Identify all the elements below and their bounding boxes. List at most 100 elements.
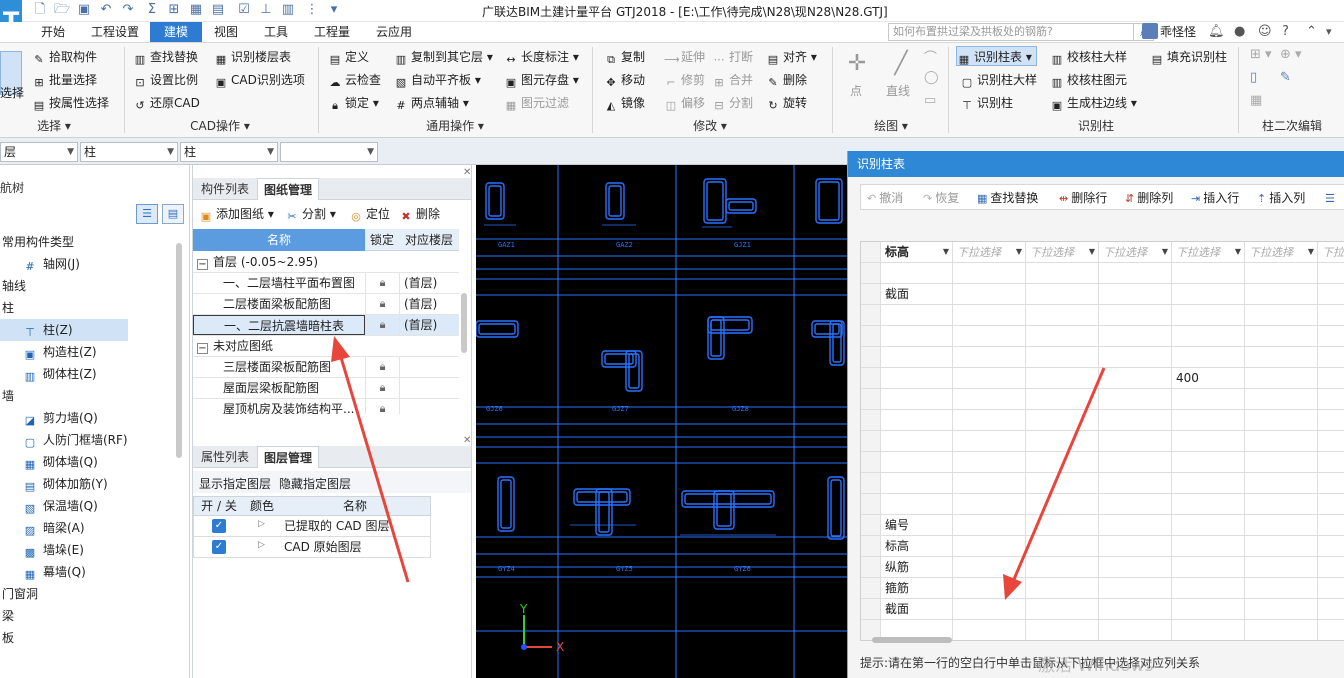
floor-cell[interactable]: [399, 357, 459, 377]
table-cell[interactable]: [1026, 347, 1099, 368]
merge-button[interactable]: ⊞ 合并: [712, 70, 753, 90]
table-cell[interactable]: [1172, 284, 1245, 305]
save-elements-button[interactable]: ▣ 图元存盘 ▾: [504, 70, 579, 90]
table-cell[interactable]: [1026, 515, 1099, 536]
table-cell[interactable]: 编号: [881, 515, 953, 536]
row-header[interactable]: [861, 599, 881, 620]
table-cell[interactable]: [1172, 431, 1245, 452]
help-icon[interactable]: ?: [1282, 22, 1289, 42]
col-onoff[interactable]: 开 / 关: [194, 497, 244, 515]
table-cell[interactable]: [1318, 368, 1344, 389]
table-cell[interactable]: [1172, 620, 1245, 640]
table-cell[interactable]: [1026, 578, 1099, 599]
layer-toggle-checkbox[interactable]: ✓: [212, 519, 226, 533]
lock-button[interactable]: 🔒︎ 锁定 ▾: [328, 93, 379, 113]
list-view-icon[interactable]: ☰: [136, 204, 158, 224]
column-grid-icon[interactable]: ▦: [1250, 93, 1262, 108]
table-cell[interactable]: [1318, 284, 1344, 305]
table-cell[interactable]: [1026, 326, 1099, 347]
table-cell[interactable]: [953, 473, 1026, 494]
nav-item[interactable]: 柱: [0, 297, 175, 319]
row-header[interactable]: [861, 452, 881, 473]
delete-button[interactable]: ✎ 删除: [766, 70, 807, 90]
column-mapping-dropdown[interactable]: 下拉选择 ▼: [953, 242, 1026, 263]
nav-item[interactable]: ▨ 暗梁(A): [0, 517, 175, 539]
col-lock[interactable]: 锁定: [365, 229, 399, 251]
column-mapping-dropdown[interactable]: 下拉选择 ▼: [1099, 242, 1172, 263]
table-cell[interactable]: [1026, 389, 1099, 410]
table-cell[interactable]: [1026, 599, 1099, 620]
close-icon[interactable]: ✕: [463, 435, 471, 446]
table-cell[interactable]: [1318, 263, 1344, 284]
table-cell[interactable]: [1026, 263, 1099, 284]
nav-item[interactable]: 板: [0, 627, 175, 649]
pick-component-button[interactable]: ✎ 拾取构件: [32, 47, 97, 67]
recognize-column-detail-button[interactable]: ▢ 识别柱大样: [960, 70, 1037, 90]
table-cell[interactable]: [1318, 599, 1344, 620]
table-cell[interactable]: [1099, 305, 1172, 326]
dialog-title[interactable]: 识别柱表: [848, 151, 1344, 177]
row-header[interactable]: [861, 326, 881, 347]
table-cell[interactable]: [1026, 452, 1099, 473]
drawing-row[interactable]: 一、二层墙柱平面布置图 🔒︎ (首层): [193, 273, 459, 294]
delete-row-button[interactable]: ⇹ 删除行: [1059, 189, 1107, 207]
table-cell[interactable]: [1026, 431, 1099, 452]
nav-item[interactable]: 门窗洞: [0, 583, 175, 605]
table-cell[interactable]: [953, 410, 1026, 431]
table-cell[interactable]: [1245, 263, 1318, 284]
drawing-row[interactable]: 三层楼面梁板配筋图 🔒︎: [193, 357, 459, 378]
table-cell[interactable]: [953, 305, 1026, 326]
drawing-group-row[interactable]: − 首层 (-0.05~2.95): [193, 252, 459, 273]
table-cell[interactable]: [881, 494, 953, 515]
table-cell[interactable]: [1172, 494, 1245, 515]
align-button[interactable]: ▤ 对齐 ▾: [766, 47, 817, 67]
table-cell[interactable]: [1318, 389, 1344, 410]
check-column-element-button[interactable]: ▥ 校核柱图元: [1050, 70, 1127, 90]
column-tool-icon[interactable]: ⊕ ▾: [1280, 47, 1302, 62]
table-cell[interactable]: [1099, 599, 1172, 620]
cloud-check-button[interactable]: ☁ 云检查: [328, 70, 382, 90]
column-table-grid[interactable]: 标高 ▼ 下拉选择 ▼ 下拉选择 ▼ 下拉选择 ▼ 下拉选择 ▼ 下拉选择 ▼ 下拉选择 ▼ 截面 400 编号…: [860, 241, 1344, 641]
table-cell[interactable]: [1099, 263, 1172, 284]
nav-item[interactable]: ▥ 砌体柱(Z): [0, 363, 175, 385]
drawing-name-cell[interactable]: − 首层 (-0.05~2.95): [193, 252, 365, 272]
line-icon[interactable]: ╱: [886, 49, 916, 79]
table-cell[interactable]: [1318, 557, 1344, 578]
recognize-column-table-button[interactable]: ▦ 识别柱表 ▾: [956, 46, 1037, 66]
nav-item[interactable]: ▣ 构造柱(Z): [0, 341, 175, 363]
row-header[interactable]: [861, 410, 881, 431]
table-cell[interactable]: [1245, 368, 1318, 389]
table-cell[interactable]: [1318, 452, 1344, 473]
row-header[interactable]: [861, 284, 881, 305]
nav-item[interactable]: ▢ 人防门框墙(RF): [0, 429, 175, 451]
floor-combo[interactable]: 层 ▼: [0, 142, 78, 162]
floor-cell[interactable]: [399, 378, 459, 398]
batch-select-button[interactable]: ⊞ 批量选择: [32, 70, 97, 90]
table-cell[interactable]: [1245, 284, 1318, 305]
floor-cell[interactable]: [399, 399, 459, 414]
table-cell[interactable]: [953, 578, 1026, 599]
table-cell[interactable]: 截面: [881, 599, 953, 620]
table-cell[interactable]: [1245, 347, 1318, 368]
nav-item[interactable]: 梁: [0, 605, 175, 627]
table-cell[interactable]: [881, 452, 953, 473]
offset-button[interactable]: ◫ 偏移: [664, 93, 705, 113]
nav-item[interactable]: 墙: [0, 385, 175, 407]
table-cell[interactable]: [1245, 452, 1318, 473]
table-cell[interactable]: [1318, 578, 1344, 599]
table-cell[interactable]: [1099, 620, 1172, 640]
cad-drawing[interactable]: GAZ1 GAZ2 GJZ1 GJZ6 GJZ7 GJZ8 GYZ4 GYZ5 GYZ6 Y X: [476, 165, 847, 678]
floor-cell[interactable]: (首层): [399, 294, 459, 314]
report-icon[interactable]: ▤: [210, 2, 226, 18]
group-label-modify[interactable]: 修改 ▾: [680, 117, 740, 135]
col-name[interactable]: 名称: [193, 229, 365, 251]
table-cell[interactable]: [953, 452, 1026, 473]
define-button[interactable]: ▤ 定义: [328, 47, 369, 67]
table-cell[interactable]: [1172, 263, 1245, 284]
component-combo[interactable]: 柱 ▼: [180, 142, 278, 162]
menu-cloud[interactable]: 云应用: [368, 22, 420, 42]
menu-modeling[interactable]: 建模: [150, 22, 202, 42]
drawing-row[interactable]: 一、二层抗震墙暗柱表 🔒︎ (首层): [193, 315, 459, 336]
table-cell[interactable]: [1245, 389, 1318, 410]
table-cell[interactable]: [953, 599, 1026, 620]
